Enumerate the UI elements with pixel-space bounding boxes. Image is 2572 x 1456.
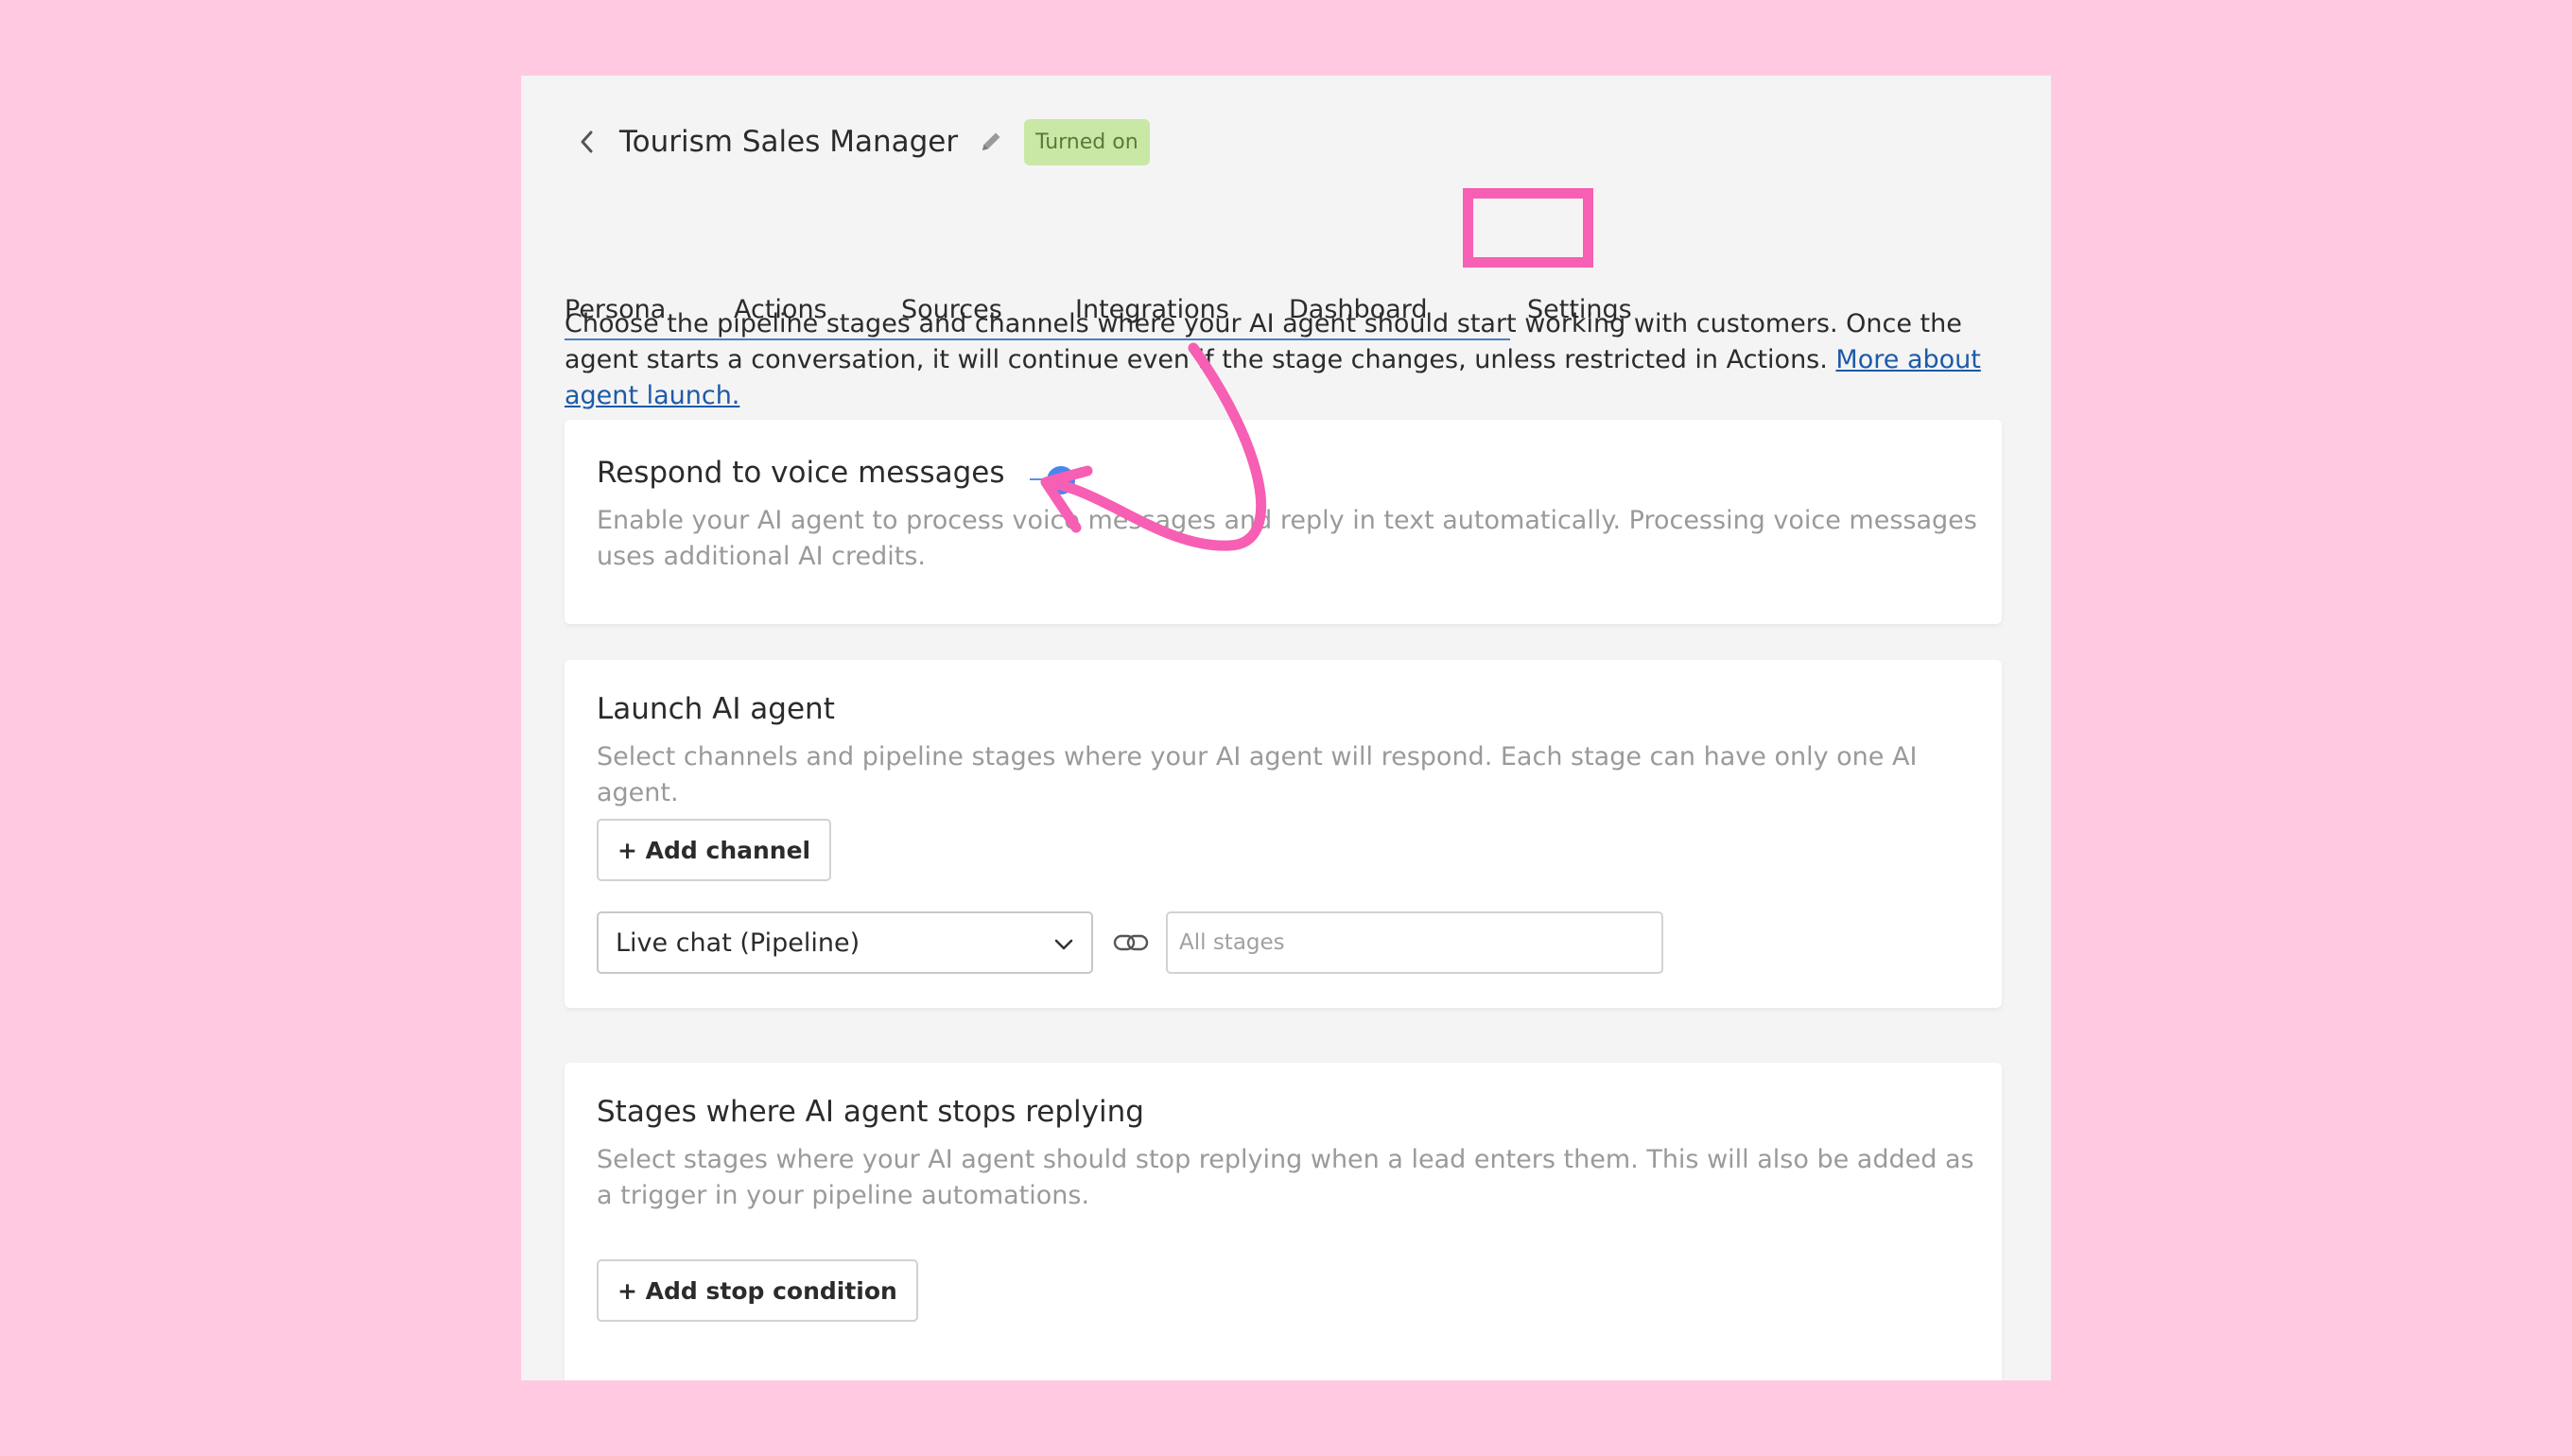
add-stop-condition-button[interactable]: + Add stop condition [597, 1259, 918, 1322]
voice-card-description: Enable your AI agent to process voice me… [597, 506, 1977, 571]
launch-card-description: Select channels and pipeline stages wher… [597, 742, 1918, 807]
chevron-down-icon [1054, 939, 1073, 950]
launch-card-title: Launch AI agent [597, 692, 835, 726]
intro-body: Choose the pipeline stages and channels … [565, 309, 1962, 374]
settings-panel: Tourism Sales Manager Turned on Persona … [521, 76, 2051, 1380]
voice-messages-toggle[interactable] [1030, 463, 1077, 495]
voice-messages-card: Respond to voice messages Enable your AI… [565, 420, 2002, 624]
voice-card-title: Respond to voice messages [597, 456, 1005, 490]
launch-agent-card: Launch AI agent Select channels and pipe… [565, 660, 2002, 1008]
page-header: Tourism Sales Manager Turned on [574, 112, 1150, 172]
intro-text: Choose the pipeline stages and channels … [565, 306, 2021, 414]
add-channel-button[interactable]: + Add channel [597, 819, 832, 881]
stop-replying-card: Stages where AI agent stops replying Sel… [565, 1063, 2002, 1380]
stages-input[interactable] [1166, 911, 1663, 974]
page-title: Tourism Sales Manager [619, 125, 959, 159]
channel-select[interactable]: Live chat (Pipeline) [597, 911, 1093, 974]
pencil-icon[interactable] [977, 128, 1005, 156]
status-badge: Turned on [1024, 118, 1150, 165]
link-icon [1113, 934, 1149, 951]
toggle-knob [1047, 466, 1075, 494]
channel-select-value: Live chat (Pipeline) [616, 927, 860, 958]
stop-card-description: Select stages where your AI agent should… [597, 1145, 1974, 1210]
stop-card-title: Stages where AI agent stops replying [597, 1095, 1144, 1129]
chevron-left-icon[interactable] [574, 129, 600, 155]
